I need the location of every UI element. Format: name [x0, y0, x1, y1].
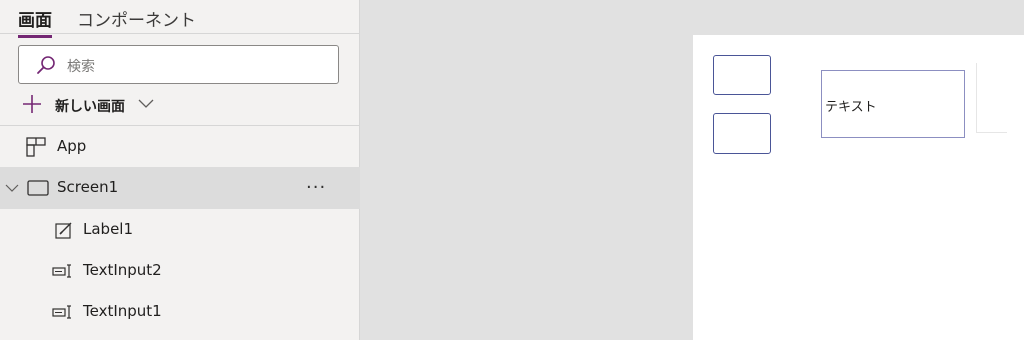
text-input-icon	[52, 264, 71, 278]
tree-item-screen1[interactable]: Screen1 ···	[0, 167, 360, 209]
tree-item-label: TextInput2	[83, 261, 162, 279]
tree-item-textinput1[interactable]: TextInput1	[0, 291, 360, 333]
tree-item-label: TextInput1	[83, 302, 162, 320]
app-canvas[interactable]: テキスト	[693, 35, 1024, 340]
chevron-down-icon[interactable]	[138, 97, 154, 109]
tab-screens[interactable]: 画面	[18, 6, 52, 38]
search-placeholder: 検索	[67, 59, 95, 75]
tree-item-label: Label1	[83, 220, 134, 238]
canvas-textinput1[interactable]	[713, 113, 771, 154]
tree-view-panel: 画面 コンポーネント 検索 新しい画面 App Screen1 ··· Labe…	[0, 0, 360, 340]
alignment-guide	[977, 132, 1007, 133]
chevron-down-icon[interactable]	[5, 183, 19, 193]
tree-item-label1[interactable]: Label1	[0, 209, 360, 251]
screen-icon	[27, 180, 49, 196]
label-edit-icon	[55, 222, 72, 239]
search-input[interactable]: 検索	[18, 45, 339, 84]
panel-tabs: 画面 コンポーネント	[0, 0, 360, 38]
tree-item-label: App	[57, 137, 87, 155]
plus-icon	[23, 95, 41, 113]
tab-components[interactable]: コンポーネント	[77, 6, 196, 31]
tree-item-textinput2[interactable]: TextInput2	[0, 250, 360, 292]
text-input-icon	[52, 305, 71, 319]
new-screen-label: 新しい画面	[55, 99, 125, 115]
tree-item-label: Screen1	[57, 178, 119, 196]
canvas-label1[interactable]: テキスト	[821, 70, 965, 138]
canvas-label-text: テキスト	[825, 100, 877, 115]
search-icon	[37, 56, 55, 74]
alignment-guide	[976, 63, 977, 133]
canvas-textinput2[interactable]	[713, 55, 771, 95]
tree-item-app[interactable]: App	[0, 126, 360, 168]
more-options-icon[interactable]: ···	[306, 177, 326, 198]
app-icon	[26, 137, 46, 157]
